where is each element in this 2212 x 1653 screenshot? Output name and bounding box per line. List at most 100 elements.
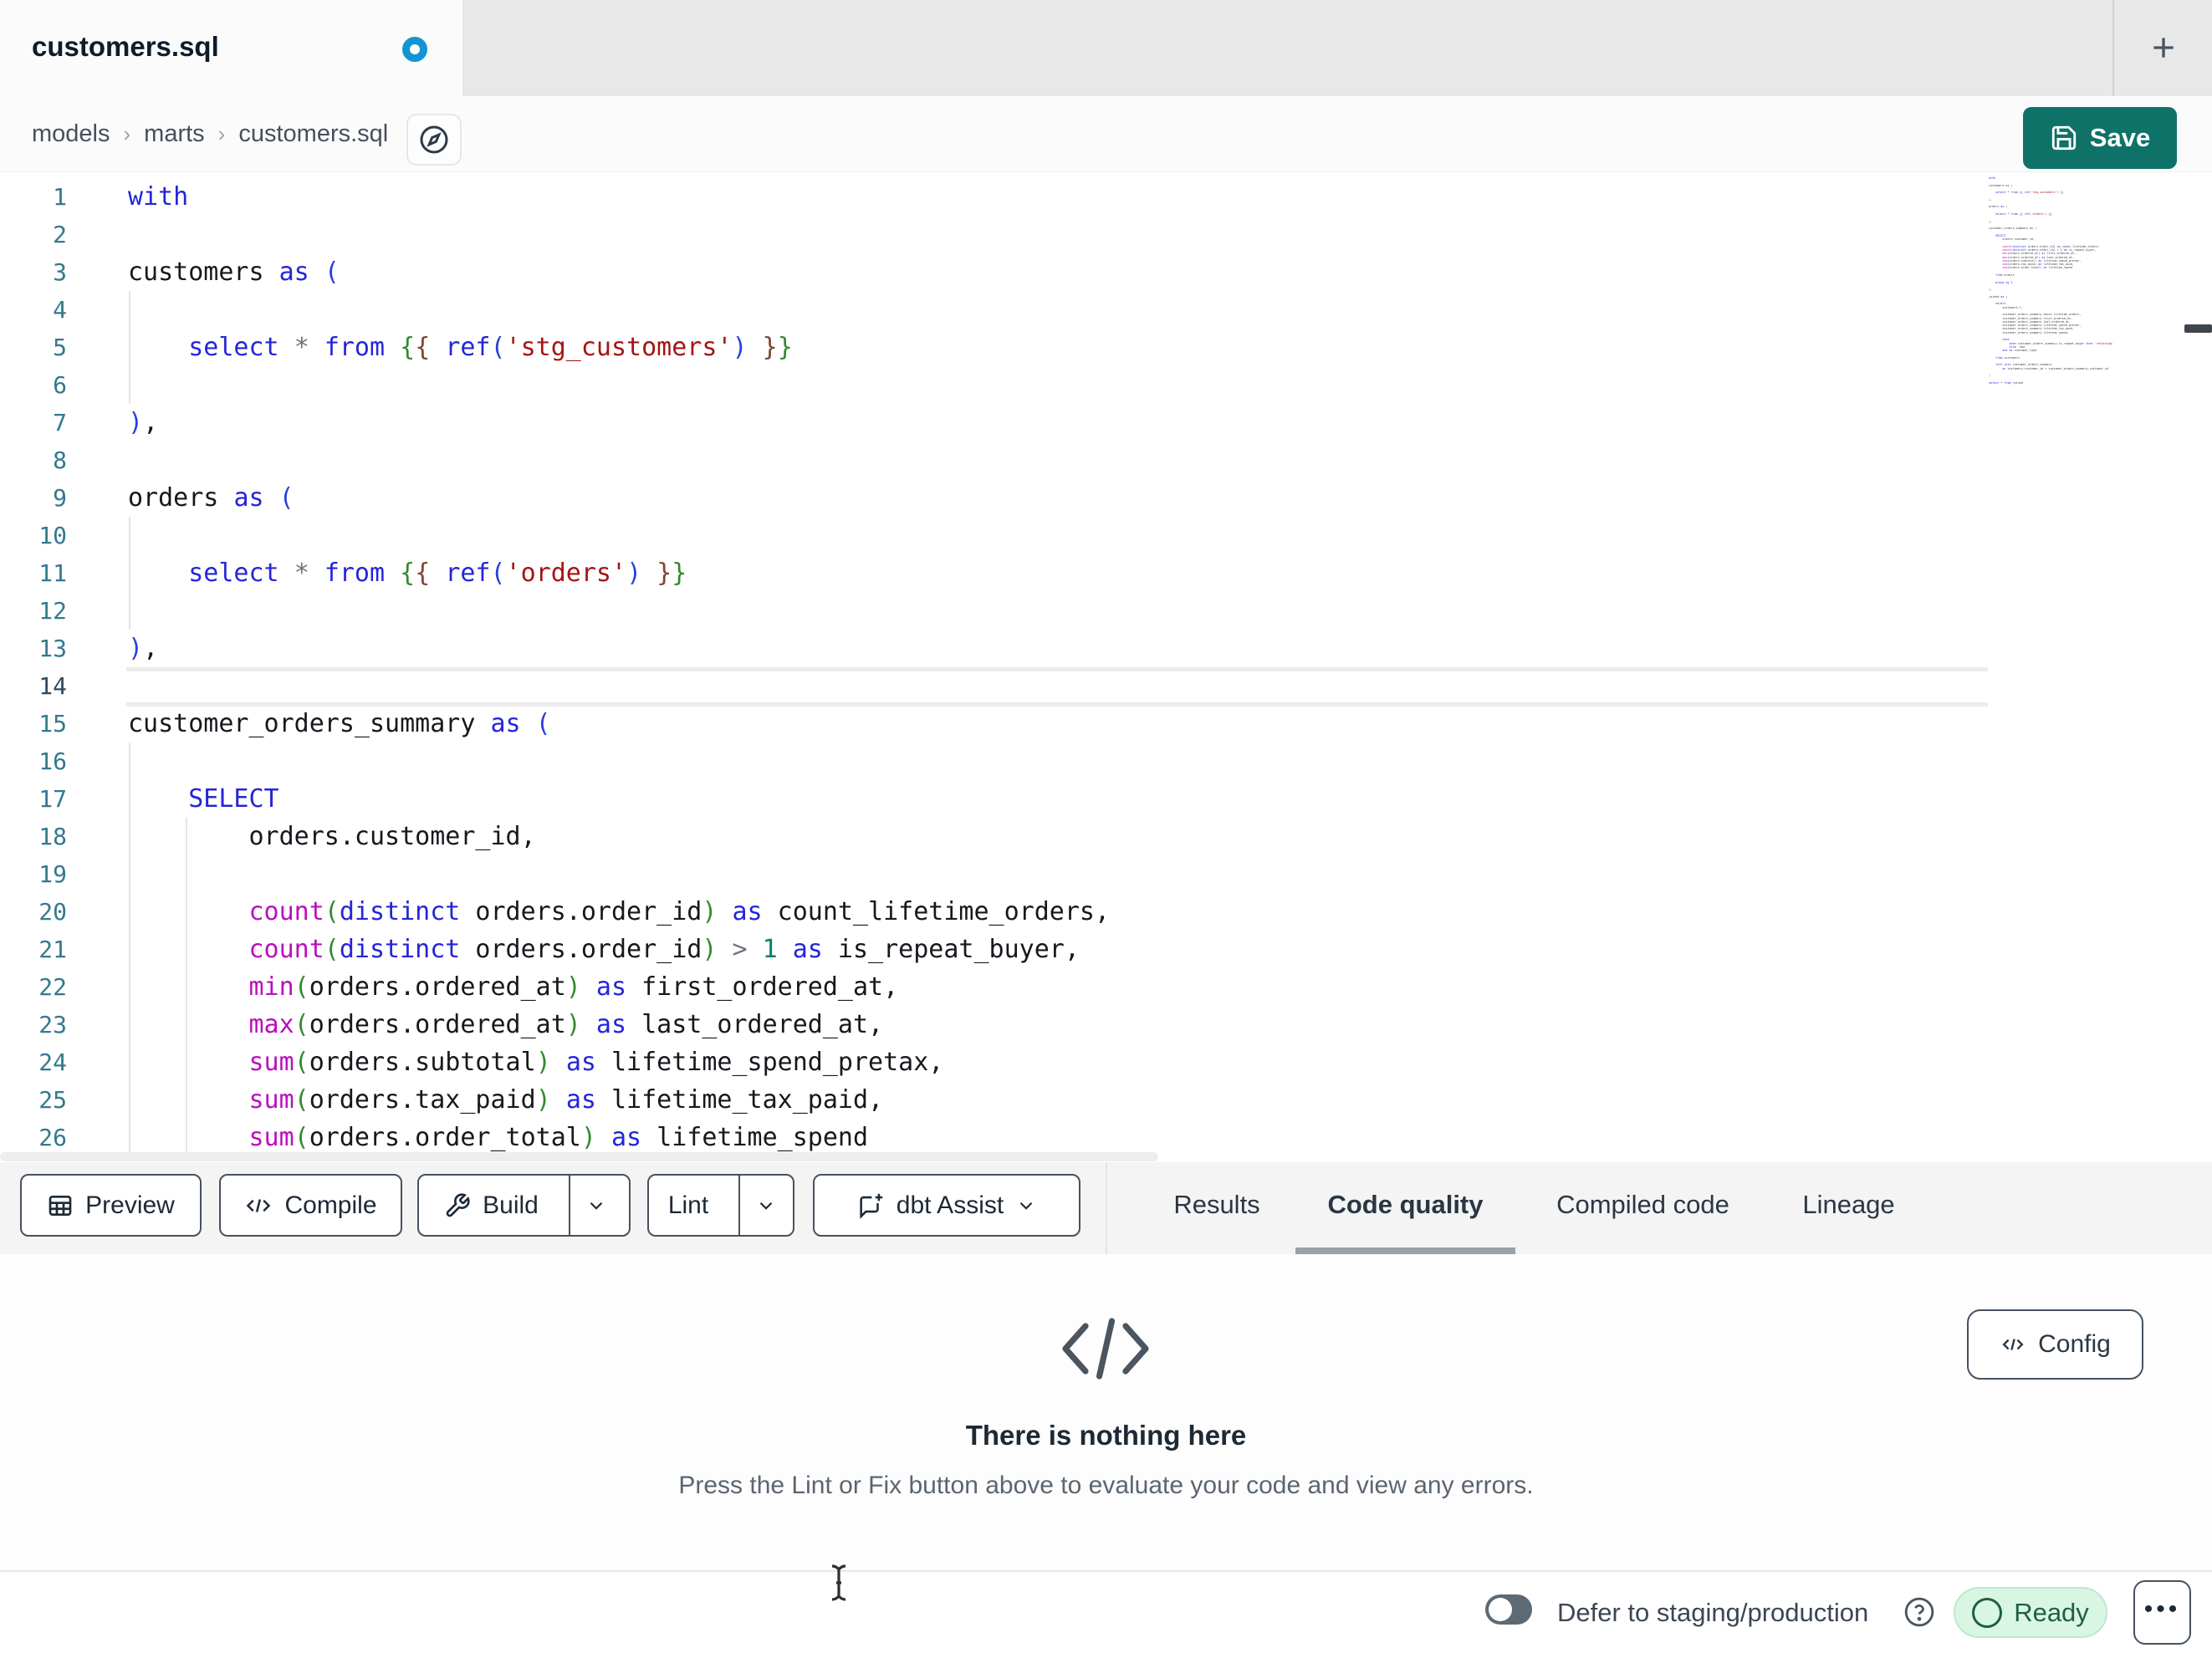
- action-row: Preview Compile Build Lint dbt Assist Re…: [0, 1162, 2212, 1254]
- line-number: 23: [38, 1011, 67, 1038]
- new-tab-button[interactable]: [2138, 22, 2189, 74]
- code-line[interactable]: customers as (: [128, 253, 340, 291]
- dbt-assist-button-label: dbt Assist: [896, 1191, 1004, 1219]
- dbt-ide-window: customers.sql models › marts › customers…: [0, 0, 2212, 1653]
- line-number: 26: [38, 1124, 67, 1151]
- open-docs-button[interactable]: [406, 114, 462, 166]
- code-line[interactable]: SELECT: [128, 780, 278, 818]
- help-icon[interactable]: [1903, 1596, 1935, 1628]
- code-line[interactable]: sum(orders.tax_paid) as lifetime_tax_pai…: [128, 1081, 884, 1119]
- line-number: 20: [38, 898, 67, 926]
- line-number: 3: [53, 258, 67, 286]
- minimap[interactable]: with customers as ( select * from {{ ref…: [1989, 176, 2183, 394]
- breadcrumb: models › marts › customers.sql: [32, 96, 388, 171]
- line-number: 6: [53, 371, 67, 399]
- horizontal-scrollbar[interactable]: [0, 1152, 1158, 1161]
- line-number: 19: [38, 860, 67, 888]
- lint-button-label: Lint: [667, 1191, 709, 1219]
- code-line[interactable]: sum(orders.order_total) as lifetime_spen…: [128, 1119, 869, 1156]
- tab-code-quality[interactable]: Code quality: [1295, 1162, 1515, 1247]
- breadcrumb-item-file: customers.sql: [238, 120, 389, 147]
- line-number: 21: [38, 936, 67, 963]
- defer-toggle[interactable]: [1485, 1594, 1532, 1625]
- toggle-knob-icon: [1489, 1598, 1512, 1621]
- line-number: 1: [53, 183, 67, 211]
- status-bar: Defer to staging/production Ready •••: [0, 1570, 2212, 1653]
- code-line[interactable]: count(distinct orders.order_id) as count…: [128, 893, 1111, 931]
- code-empty-state-icon: [1055, 1311, 1156, 1386]
- code-line[interactable]: min(orders.ordered_at) as first_ordered_…: [128, 968, 899, 1006]
- build-button-label: Build: [483, 1191, 539, 1219]
- code-line[interactable]: customer_orders_summary as (: [128, 705, 551, 742]
- tab-bar-divider: [2112, 0, 2114, 96]
- ellipsis-icon: •••: [2143, 1594, 2181, 1623]
- code-line[interactable]: with: [128, 178, 188, 216]
- table-icon: [49, 1195, 72, 1216]
- line-number: 16: [38, 747, 67, 775]
- tab-compiled-code[interactable]: Compiled code: [1552, 1162, 1734, 1247]
- chevron-down-icon: [590, 1201, 603, 1210]
- more-options-button[interactable]: •••: [2133, 1580, 2191, 1645]
- code-line[interactable]: count(distinct orders.order_id) > 1 as i…: [128, 931, 1080, 968]
- line-number: 18: [38, 823, 67, 850]
- compile-button[interactable]: Compile: [219, 1174, 402, 1237]
- code-icon: [247, 1198, 271, 1212]
- build-button[interactable]: Build: [426, 1176, 557, 1235]
- config-button[interactable]: Config: [1967, 1309, 2143, 1380]
- ide-status-badge[interactable]: Ready: [1954, 1587, 2107, 1638]
- file-tab-title: customers.sql: [32, 31, 219, 62]
- config-button-label: Config: [2038, 1330, 2111, 1358]
- assist-sparkle-chat-icon: [860, 1193, 882, 1219]
- line-number: 22: [38, 973, 67, 1001]
- code-line[interactable]: ),: [128, 404, 158, 441]
- active-tab-underline: [1295, 1247, 1515, 1254]
- line-number: 17: [38, 785, 67, 813]
- code-line[interactable]: select * from {{ ref('stg_customers') }}: [128, 329, 793, 366]
- chevron-down-icon: [1019, 1201, 1033, 1210]
- code-line[interactable]: orders.customer_id,: [128, 818, 535, 855]
- line-number: 13: [38, 635, 67, 662]
- empty-state-title: There is nothing here: [965, 1420, 1247, 1451]
- line-number: 8: [53, 446, 67, 474]
- lint-split-button: Lint: [647, 1174, 794, 1237]
- lint-dropdown-button[interactable]: [738, 1176, 792, 1235]
- lint-button[interactable]: Lint: [650, 1176, 727, 1235]
- breadcrumb-item-models[interactable]: models: [32, 120, 110, 148]
- line-number: 4: [53, 296, 67, 324]
- active-line-highlight: [126, 667, 1988, 707]
- code-line[interactable]: ),: [128, 630, 158, 667]
- code-line[interactable]: sum(orders.subtotal) as lifetime_spend_p…: [128, 1043, 944, 1081]
- breadcrumb-separator: ›: [123, 120, 131, 146]
- compass-icon: [420, 125, 448, 154]
- line-number: 15: [38, 710, 67, 737]
- path-bar: models › marts › customers.sql Save: [0, 96, 2212, 171]
- line-number: 24: [38, 1048, 67, 1076]
- preview-button[interactable]: Preview: [20, 1174, 202, 1237]
- save-button[interactable]: Save: [2023, 107, 2177, 169]
- tab-results[interactable]: Results: [1171, 1162, 1263, 1247]
- code-line[interactable]: max(orders.ordered_at) as last_ordered_a…: [128, 1006, 884, 1043]
- build-dropdown-button[interactable]: [568, 1176, 622, 1235]
- unsaved-changes-dot-icon: [402, 37, 427, 62]
- minimap-scroll-marker[interactable]: [2184, 324, 2212, 333]
- line-number: 9: [53, 484, 67, 512]
- mouse-cursor-ibeam: [824, 1563, 854, 1603]
- file-tab-customers-sql[interactable]: customers.sql: [0, 0, 462, 97]
- line-number: 10: [38, 522, 67, 549]
- plus-icon: [2153, 38, 2174, 58]
- build-split-button: Build: [417, 1174, 631, 1237]
- code-line[interactable]: select * from {{ ref('orders') }}: [128, 554, 687, 592]
- line-number: 5: [53, 334, 67, 361]
- defer-label: Defer to staging/production: [1557, 1598, 1869, 1627]
- dbt-assist-button[interactable]: dbt Assist: [813, 1174, 1080, 1237]
- wrench-icon: [446, 1192, 470, 1217]
- code-line[interactable]: orders as (: [128, 479, 294, 517]
- line-number: 7: [53, 409, 67, 436]
- code-icon: [2002, 1339, 2024, 1350]
- code-editor[interactable]: 1 2 3 4 5 6 7 8 9 10 11 12 13 14 15 16 17 18 19 20 21 22 23 24 2…: [0, 171, 2212, 1163]
- breadcrumb-item-marts[interactable]: marts: [144, 120, 205, 148]
- tab-lineage[interactable]: Lineage: [1801, 1162, 1896, 1247]
- compile-button-label: Compile: [284, 1191, 377, 1219]
- line-number: 14: [38, 672, 67, 700]
- floppy-disk-icon: [2051, 125, 2076, 151]
